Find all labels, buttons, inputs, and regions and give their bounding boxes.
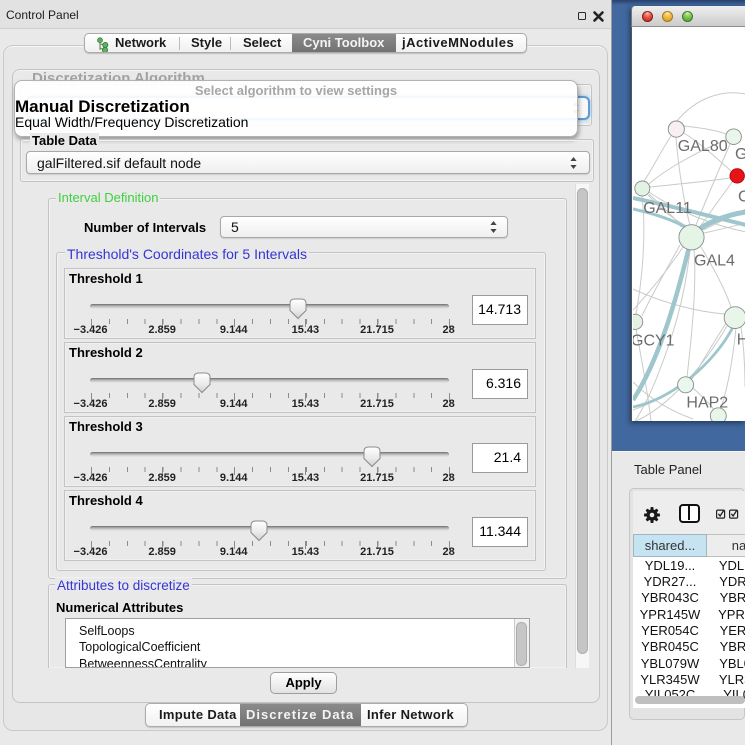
svg-text:HA: HA [737,332,745,349]
svg-text:GAL4: GAL4 [694,253,735,270]
svg-text:GAL80: GAL80 [678,138,728,155]
svg-text:GAL11: GAL11 [643,200,692,217]
svg-text:HAP2: HAP2 [686,394,728,411]
svg-text:GCY1: GCY1 [633,332,675,349]
svg-text:GAL: GAL [735,146,745,163]
svg-text:C: C [738,189,745,206]
